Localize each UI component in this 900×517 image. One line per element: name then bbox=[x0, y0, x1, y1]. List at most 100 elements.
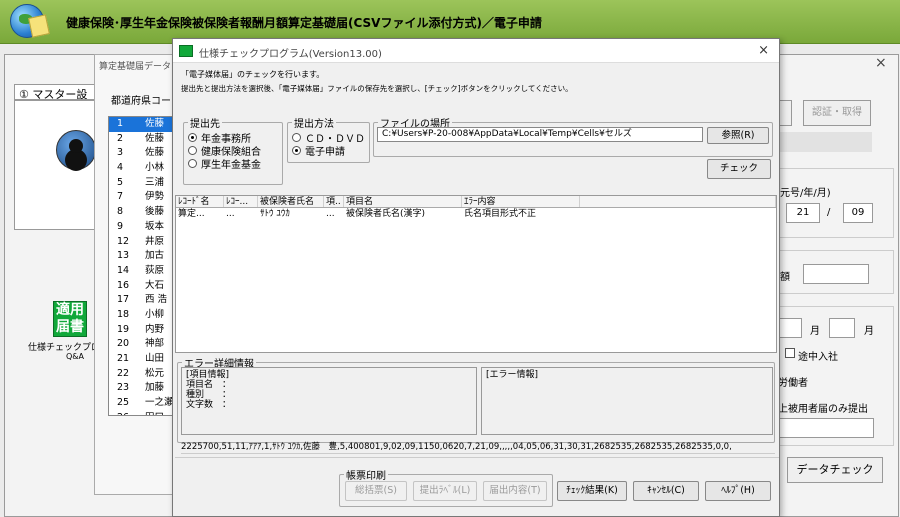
code-input-edge[interactable] bbox=[778, 100, 792, 126]
error-info-box: [エラー情報] bbox=[481, 367, 773, 435]
list-item[interactable]: 7 伊勢 bbox=[109, 190, 177, 205]
employee-list[interactable]: 1 佐藤 2 佐藤 3 佐藤 4 小林 5 三浦 7 伊勢 8 後藤 9 坂本 12 井原 13 加古 14 荻原 16 大石… bbox=[108, 116, 178, 416]
content-print-button[interactable]: 届出内容(T) bbox=[483, 481, 547, 501]
error-grid-body[interactable]: 算定...... ｻﾄｳ ﾕｳｶ... 被保険者氏名(漢字) 氏名項目形式不正 bbox=[176, 208, 776, 220]
list-item[interactable]: 13 加古 bbox=[109, 249, 177, 264]
method-radio-1[interactable]: 電子申請 bbox=[292, 144, 365, 158]
month-input-b[interactable] bbox=[829, 318, 855, 338]
check-result-button[interactable]: ﾁｪｯｸ結果(K) bbox=[557, 481, 627, 501]
tab-master-settings[interactable]: ① マスター設 bbox=[14, 84, 104, 100]
spec-check-program-icon[interactable]: 適用 届書 bbox=[53, 301, 87, 337]
year-input[interactable]: 21 bbox=[786, 203, 820, 223]
column-header[interactable]: 項目名 bbox=[344, 196, 462, 207]
list-item-name: 井原 bbox=[145, 235, 165, 247]
column-header[interactable]: 被保険者氏名 bbox=[258, 196, 324, 207]
insured-only-field[interactable] bbox=[778, 418, 874, 438]
cancel-button[interactable]: ｷｬﾝｾﾙ(C) bbox=[633, 481, 699, 501]
auth-button[interactable]: 認証・取得 bbox=[803, 100, 871, 126]
mid-join-checkbox[interactable] bbox=[785, 348, 795, 358]
data-check-button[interactable]: データチェック bbox=[787, 457, 883, 483]
radio-dot-icon[interactable] bbox=[188, 159, 197, 168]
list-item[interactable]: 12 井原 bbox=[109, 235, 177, 250]
spec-check-program-label[interactable]: 仕様チェックプロ bbox=[28, 340, 100, 353]
list-item-name: 小柳 bbox=[145, 308, 165, 320]
file-path-input[interactable]: C:¥Users¥P-20-008¥AppData¥Local¥Temp¥Cel… bbox=[377, 127, 703, 142]
report-print-legend: 帳票印刷 bbox=[346, 471, 386, 482]
radio-dot-icon[interactable] bbox=[292, 133, 301, 142]
error-grid-header: ﾚｺｰﾄﾞ名 ﾚｺｰ... 被保険者氏名 項.. 項目名 ｴﾗｰ内容 bbox=[176, 196, 776, 208]
dialog-divider bbox=[175, 457, 779, 458]
method-legend: 提出方法 bbox=[294, 119, 334, 130]
help-button[interactable]: ﾍﾙﾌﾟ(H) bbox=[705, 481, 771, 501]
santei-data-window-title: 算定基礎届データ bbox=[99, 62, 172, 72]
list-item[interactable]: 8 後藤 bbox=[109, 205, 177, 220]
radio-dot-icon[interactable] bbox=[292, 146, 301, 155]
app-title: 健康保険･厚生年金保険被保険者報酬月額算定基礎届(CSVファイル添付方式)／電子… bbox=[66, 16, 542, 30]
table-cell: ｻﾄｳ ﾕｳｶ bbox=[260, 209, 290, 219]
radio-dot-icon[interactable] bbox=[188, 146, 197, 155]
list-item-number: 25 bbox=[117, 397, 130, 409]
list-item[interactable]: 26田口 bbox=[109, 411, 177, 415]
table-cell: 氏名項目形式不正 bbox=[464, 209, 537, 219]
list-item-number: 21 bbox=[117, 353, 130, 364]
list-item[interactable]: 9 坂本 bbox=[109, 220, 177, 235]
list-item[interactable]: 19 内野 bbox=[109, 323, 177, 338]
column-header[interactable]: 項.. bbox=[324, 196, 344, 207]
summary-print-button[interactable]: 総括票(S) bbox=[345, 481, 407, 501]
mid-join-label: 途中入社 bbox=[798, 352, 838, 363]
list-item[interactable]: 23 加藤 bbox=[109, 381, 177, 396]
worker-label: 労働者 bbox=[778, 378, 808, 389]
list-item[interactable]: 17 西 浩 bbox=[109, 293, 177, 308]
list-item-number: 16 bbox=[117, 279, 130, 291]
destination-legend: 提出先 bbox=[190, 119, 220, 130]
month-input[interactable]: 09 bbox=[843, 203, 873, 223]
label-print-button[interactable]: 提出ﾗﾍﾞﾙ(L) bbox=[413, 481, 477, 501]
list-item[interactable]: 25 一之瀬 bbox=[109, 396, 177, 411]
list-item[interactable]: 21 山田 bbox=[109, 352, 177, 367]
list-item[interactable]: 2 佐藤 bbox=[109, 132, 177, 147]
list-item[interactable]: 16 大石 bbox=[109, 279, 177, 294]
list-item-number: 5 bbox=[117, 176, 124, 188]
list-item[interactable]: 22 松元 bbox=[109, 367, 177, 382]
main-window-close-icon[interactable]: × bbox=[875, 55, 887, 71]
list-item[interactable]: 1 佐藤 bbox=[109, 117, 177, 132]
list-item[interactable]: 18 小柳 bbox=[109, 308, 177, 323]
note-icon bbox=[28, 14, 50, 38]
list-item-name: 佐藤 bbox=[145, 147, 165, 159]
list-item-number: 2 bbox=[117, 132, 124, 144]
list-item-number: 12 bbox=[117, 235, 130, 247]
destination-radio-label: 厚生年金基金 bbox=[201, 160, 261, 171]
column-header[interactable]: ﾚｺｰﾄﾞ名 bbox=[176, 196, 224, 207]
month-unit-b: 月 bbox=[864, 326, 874, 337]
table-row[interactable]: 算定...... ｻﾄｳ ﾕｳｶ... 被保険者氏名(漢字) 氏名項目形式不正 bbox=[176, 208, 776, 220]
month-input-a[interactable] bbox=[778, 318, 802, 338]
column-header[interactable]: ﾚｺｰ... bbox=[224, 196, 258, 207]
list-item[interactable]: 3 佐藤 bbox=[109, 146, 177, 161]
column-header[interactable] bbox=[580, 196, 776, 207]
dialog-close-icon[interactable]: × bbox=[758, 43, 769, 58]
insured-only-label: 上被用者届のみ提出 bbox=[778, 404, 868, 415]
instruction-text-1: 「電子媒体届」のチェックを行います。 bbox=[181, 70, 325, 79]
amount-label: 額 bbox=[780, 272, 790, 283]
list-item[interactable]: 20 神部 bbox=[109, 337, 177, 352]
list-item-number: 7 bbox=[117, 191, 124, 203]
status-field bbox=[778, 132, 872, 152]
list-item-name: 小林 bbox=[145, 162, 165, 174]
amount-input[interactable] bbox=[803, 264, 869, 284]
method-radio-label: 電子申請 bbox=[305, 147, 345, 158]
dialog-titlebar: 仕様チェックプログラム(Version13.00) × bbox=[173, 39, 779, 63]
user-avatar-icon[interactable] bbox=[56, 130, 96, 170]
qa-link[interactable]: Q&A bbox=[66, 352, 84, 361]
list-item[interactable]: 4 小林 bbox=[109, 161, 177, 176]
list-item-number: 23 bbox=[117, 382, 130, 394]
list-item[interactable]: 14 荻原 bbox=[109, 264, 177, 279]
radio-dot-icon[interactable] bbox=[188, 133, 197, 142]
month-unit-a: 月 bbox=[810, 326, 820, 337]
list-item-number: 26 bbox=[117, 411, 145, 415]
destination-radio-2[interactable]: 厚生年金基金 bbox=[188, 157, 278, 171]
list-item[interactable]: 5 三浦 bbox=[109, 176, 177, 191]
column-header[interactable]: ｴﾗｰ内容 bbox=[462, 196, 580, 207]
error-grid[interactable]: ﾚｺｰﾄﾞ名 ﾚｺｰ... 被保険者氏名 項.. 項目名 ｴﾗｰ内容 算定...... ｻﾄ… bbox=[175, 195, 777, 353]
check-button[interactable]: チェック bbox=[707, 159, 771, 179]
browse-button[interactable]: 参照(R) bbox=[707, 127, 769, 144]
